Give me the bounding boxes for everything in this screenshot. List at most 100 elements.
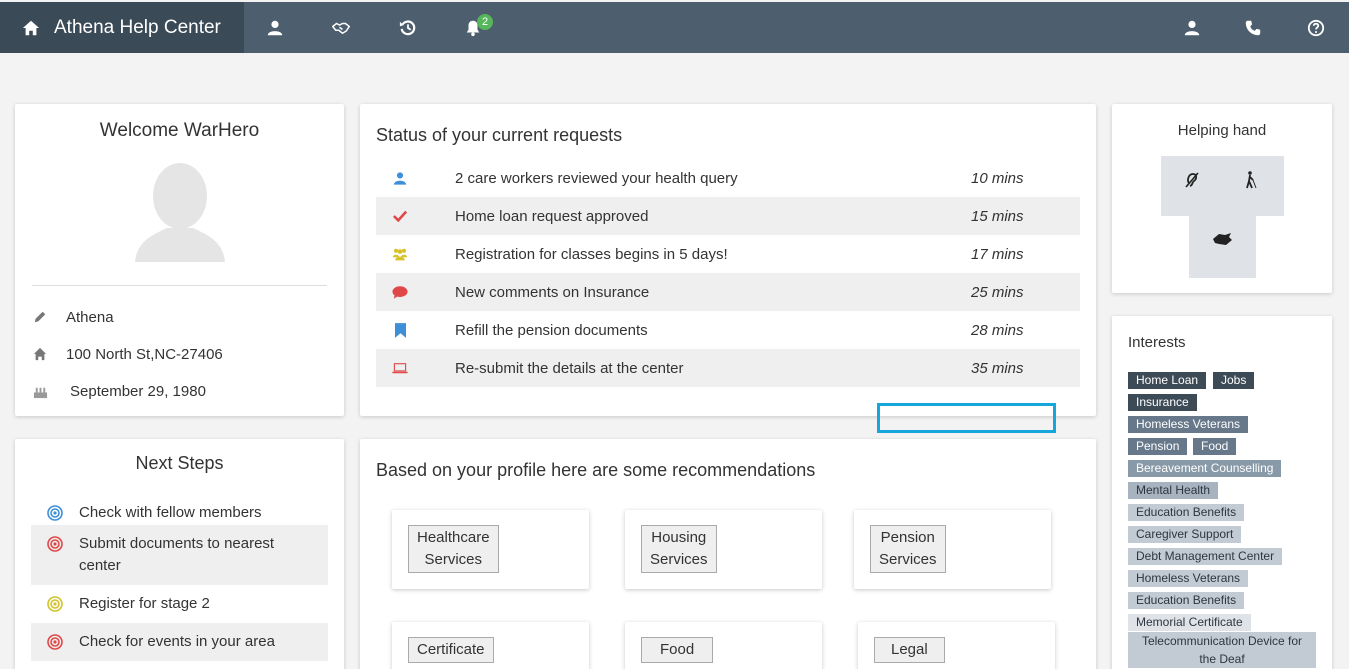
interest-tag[interactable]: Jobs <box>1213 372 1255 389</box>
status-time: 10 mins <box>971 169 1024 187</box>
account-nav-button[interactable] <box>1172 2 1212 53</box>
home-icon <box>22 20 40 35</box>
deaf-icon[interactable] <box>1184 171 1200 189</box>
app-title: Athena Help Center <box>54 16 221 38</box>
next-steps-panel: Next Steps Check with fellow members Sub… <box>15 439 344 669</box>
user-icon <box>267 20 283 35</box>
blind-icon[interactable] <box>1245 171 1257 189</box>
target-icon <box>47 596 63 612</box>
status-row[interactable]: Refill the pension documents 28 mins <box>376 311 1080 349</box>
legal-button[interactable]: Legal <box>874 637 945 663</box>
interest-tag[interactable]: Homeless Veterans <box>1128 416 1249 433</box>
next-step-label: Submit documents to nearest center <box>79 535 275 574</box>
status-row[interactable]: Registration for classes begins in 5 day… <box>376 235 1080 273</box>
certificate-button[interactable]: Certificate <box>408 637 494 663</box>
interest-tag[interactable]: Telecommunication Device for the Deaf <box>1128 632 1316 668</box>
next-step-item[interactable]: Submit documents to nearest center <box>31 525 328 585</box>
target-icon <box>47 634 63 650</box>
status-text: Re-submit the details at the center <box>455 359 684 377</box>
next-steps-title: Next Steps <box>135 453 224 473</box>
status-row[interactable]: Re-submit the details at the center 35 m… <box>376 349 1080 387</box>
status-text: New comments on Insurance <box>455 283 650 301</box>
laptop-icon <box>392 360 408 376</box>
interest-tag[interactable]: Homeless Veterans <box>1128 570 1249 587</box>
pencil-icon <box>32 309 48 325</box>
avatar-icon <box>135 163 225 262</box>
interest-tag[interactable]: Pension <box>1128 438 1188 455</box>
sign-language-icon[interactable] <box>1211 231 1233 247</box>
comment-icon <box>392 284 408 300</box>
food-button[interactable]: Food <box>641 637 714 663</box>
next-step-item[interactable]: Register for stage 2 <box>31 585 328 623</box>
interest-tag[interactable]: Education Benefits <box>1128 592 1245 609</box>
interest-tag[interactable]: Mental Health <box>1128 482 1219 499</box>
recommendation-card-legal: Legal <box>858 622 1055 669</box>
interest-tag[interactable]: Bereavement Counselling <box>1128 460 1282 477</box>
profile-nav-button[interactable] <box>255 2 295 53</box>
group-icon <box>392 246 408 262</box>
interests-title: Interests <box>1128 334 1186 351</box>
status-title: Status of your current requests <box>376 125 623 145</box>
pension-services-button[interactable]: Pension Services <box>870 525 946 573</box>
history-nav-button[interactable] <box>388 2 428 53</box>
recommendation-card-pension: Pension Services <box>854 510 1051 589</box>
housing-services-button[interactable]: Housing Services <box>641 525 717 573</box>
address-row: 100 North St,NC-27406 <box>32 344 223 364</box>
status-row[interactable]: Home loan request approved 15 mins <box>376 197 1080 235</box>
status-time: 28 mins <box>971 321 1024 339</box>
status-panel: Status of your current requests 2 care w… <box>360 104 1096 416</box>
interest-tag[interactable]: Food <box>1193 438 1237 455</box>
next-step-item[interactable]: Check for events in your area <box>31 623 328 661</box>
recommendation-card-certificate: Certificate <box>392 622 589 669</box>
user-icon <box>1184 20 1200 35</box>
handshake-icon <box>332 22 350 34</box>
interest-tag[interactable]: Home Loan <box>1128 372 1207 389</box>
focus-highlight <box>877 403 1056 433</box>
status-row[interactable]: 2 care workers reviewed your health quer… <box>376 159 1080 197</box>
status-text: Refill the pension documents <box>455 321 648 339</box>
healthcare-services-button[interactable]: Healthcare Services <box>408 525 499 573</box>
recommendation-card-food: Food <box>625 622 822 669</box>
accessibility-tile-row <box>1161 156 1284 216</box>
interest-tag[interactable]: Education Benefits <box>1128 504 1245 521</box>
phone-nav-button[interactable] <box>1233 2 1273 53</box>
button-label-line: Housing <box>651 529 707 546</box>
recommendation-card-healthcare: Healthcare Services <box>392 510 589 589</box>
status-time: 15 mins <box>971 207 1024 225</box>
status-time: 35 mins <box>971 359 1024 377</box>
interest-tag[interactable]: Caregiver Support <box>1128 526 1242 543</box>
accessibility-tile <box>1189 216 1256 278</box>
interest-tag[interactable]: Debt Management Center <box>1128 548 1283 565</box>
notifications-nav-button[interactable]: 2 <box>453 2 494 53</box>
welcome-title: Welcome WarHero <box>99 120 260 141</box>
birthday-cake-icon <box>32 383 48 399</box>
helping-hand-panel: Helping hand <box>1112 104 1332 293</box>
button-label-line: Services <box>879 551 937 568</box>
interest-tag[interactable]: Insurance <box>1128 394 1197 411</box>
partners-nav-button[interactable] <box>321 2 361 53</box>
next-step-label: Check for events in your area <box>79 633 275 650</box>
next-step-item[interactable]: Check with fellow members <box>31 494 328 524</box>
home-icon <box>32 346 48 362</box>
welcome-panel: Welcome WarHero Athena 100 North St,NC-2… <box>15 104 344 416</box>
helping-hand-title: Helping hand <box>1177 122 1267 139</box>
phone-icon <box>1245 20 1261 35</box>
recommendation-card-housing: Housing Services <box>625 510 822 589</box>
interests-panel: Interests Home Loan Jobs Insurance Homel… <box>1112 316 1332 669</box>
status-row[interactable]: New comments on Insurance 25 mins <box>376 273 1080 311</box>
user-birthday: September 29, 1980 <box>70 382 206 400</box>
help-icon <box>1307 19 1325 36</box>
check-icon <box>392 208 408 224</box>
button-label-line: Healthcare <box>417 529 490 546</box>
brand[interactable]: Athena Help Center <box>0 2 244 53</box>
help-nav-button[interactable] <box>1296 2 1336 53</box>
user-name: Athena <box>66 308 114 326</box>
button-label-line: Pension <box>880 529 935 546</box>
bookmark-icon <box>392 322 408 338</box>
target-icon <box>47 505 63 521</box>
notification-badge: 2 <box>477 14 494 30</box>
interest-tag[interactable]: Memorial Certificate <box>1128 614 1251 631</box>
status-text: 2 care workers reviewed your health quer… <box>455 169 738 187</box>
next-step-label: Register for stage 2 <box>79 595 210 612</box>
status-text: Registration for classes begins in 5 day… <box>455 245 728 263</box>
